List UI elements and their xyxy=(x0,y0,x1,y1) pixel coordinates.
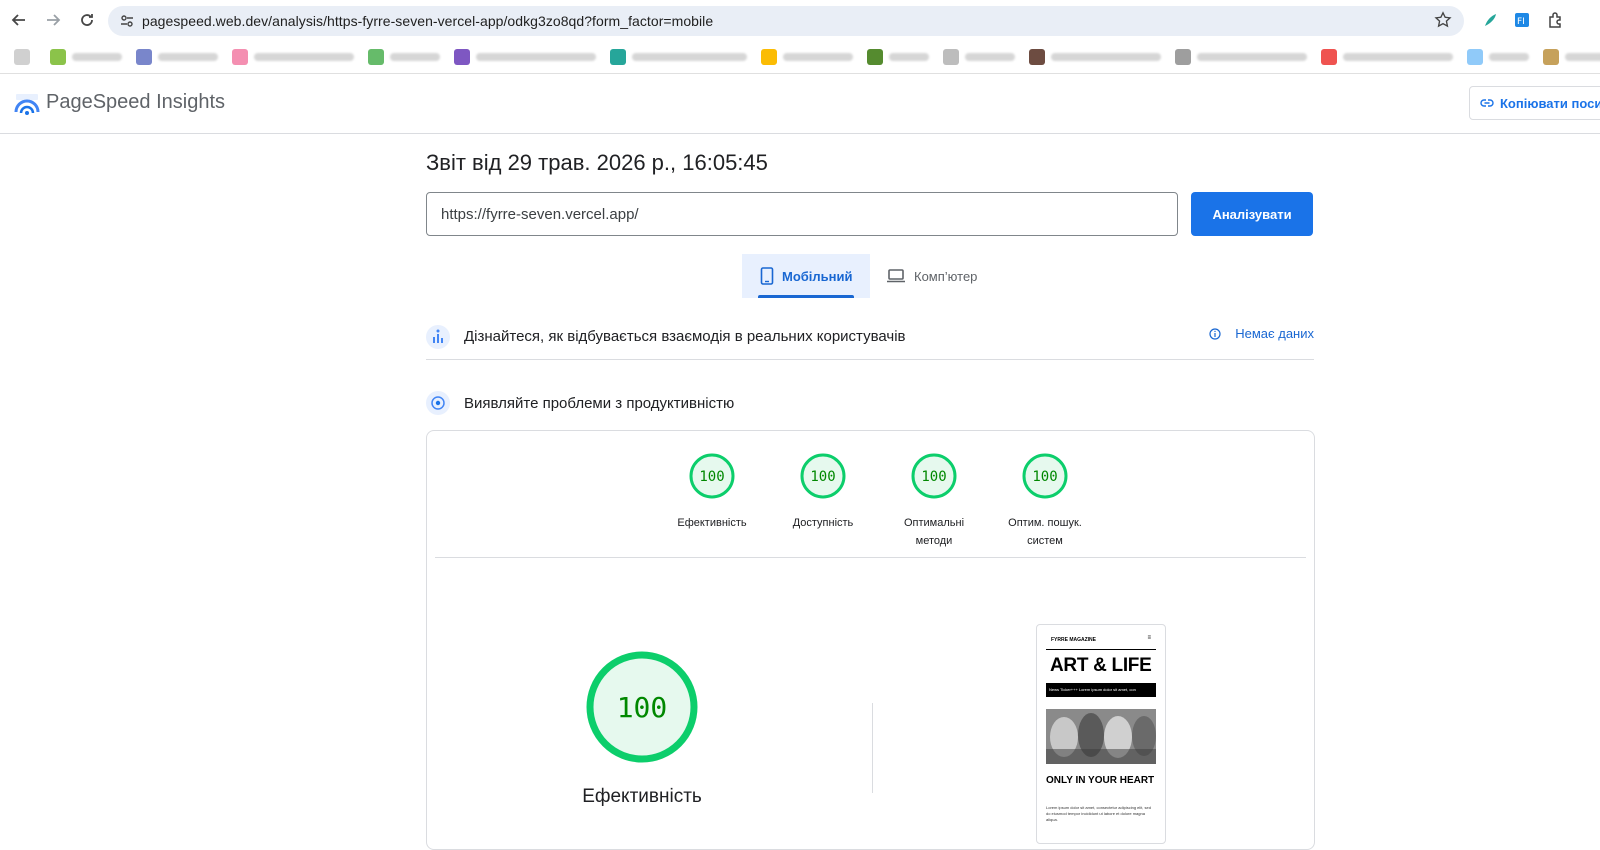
score-gauge: 100 xyxy=(911,453,957,499)
bookmark-item[interactable] xyxy=(1175,45,1307,69)
vertical-divider xyxy=(872,703,873,793)
tab-mobile[interactable]: Мобільний xyxy=(742,254,870,298)
preview-rule xyxy=(1046,649,1156,650)
score-label: Оптимальні xyxy=(903,517,965,529)
extensions-puzzle-icon[interactable] xyxy=(1546,10,1566,30)
copy-link-button[interactable]: Копіювати поси xyxy=(1469,86,1600,120)
score-value: 100 xyxy=(921,469,946,485)
pagespeed-logo-icon[interactable] xyxy=(14,92,40,118)
address-bar[interactable]: pagespeed.web.dev/analysis/https-fyrre-s… xyxy=(108,6,1464,36)
svg-text:FI: FI xyxy=(1517,17,1525,27)
preview-ticker: News Ticker+++ Lorem ipsum dolor sit ame… xyxy=(1046,683,1156,697)
preview-body-text: Lorem ipsum dolor sit amet, consectetur … xyxy=(1046,805,1151,822)
url-input[interactable] xyxy=(426,192,1178,236)
score-seo[interactable]: 100 Оптим. пошук. систем xyxy=(990,453,1100,550)
bookmark-item[interactable] xyxy=(1029,45,1161,69)
forward-icon[interactable] xyxy=(36,3,70,37)
scores-panel: 100 Ефективність 100 Доступність 100 Опт… xyxy=(426,430,1315,850)
info-icon xyxy=(1209,327,1221,340)
score-value: 100 xyxy=(1032,469,1057,485)
users-data-icon xyxy=(426,324,450,349)
preview-menu-icon: ≡ xyxy=(1147,635,1151,641)
preview-headline: ART & LIFE xyxy=(1050,655,1152,676)
laptop-icon xyxy=(887,269,905,283)
extension-fi-icon[interactable]: FI xyxy=(1512,10,1532,30)
score-gauge: 100 xyxy=(1022,453,1068,499)
bookmark-item[interactable] xyxy=(368,45,440,69)
preview-subheadline: ONLY IN YOUR HEART xyxy=(1046,775,1155,786)
score-gauge: 100 xyxy=(800,453,846,499)
score-label: Ефективність xyxy=(677,517,747,529)
bookmark-item[interactable] xyxy=(14,45,36,69)
lab-data-title: Виявляйте проблеми з продуктивністю xyxy=(464,394,735,412)
tab-mobile-label: Мобільний xyxy=(782,268,853,284)
no-data-link[interactable]: Немає даних xyxy=(1209,326,1314,341)
field-data-section[interactable]: Дізнайтеся, як відбувається взаємодія в … xyxy=(426,320,1314,360)
performance-score-value: 100 xyxy=(617,691,668,724)
bookmark-star-icon[interactable] xyxy=(1434,11,1454,31)
bookmark-item[interactable] xyxy=(761,45,853,69)
score-performance[interactable]: 100 Ефективність xyxy=(657,453,767,532)
app-title[interactable]: PageSpeed Insights xyxy=(46,91,225,114)
score-label-line2: методи xyxy=(915,535,953,547)
link-icon xyxy=(1480,99,1494,107)
score-label-line2: систем xyxy=(1027,535,1063,547)
score-label: Доступність xyxy=(792,517,854,529)
bookmark-item[interactable] xyxy=(610,45,747,69)
score-label: Оптим. пошук. xyxy=(1008,517,1082,529)
score-value: 100 xyxy=(699,469,724,485)
analyze-button[interactable]: Аналізувати xyxy=(1191,192,1313,236)
bookmark-item[interactable] xyxy=(232,45,354,69)
back-icon[interactable] xyxy=(2,3,36,37)
preview-photo xyxy=(1046,709,1156,764)
extension-feather-icon[interactable] xyxy=(1480,10,1500,30)
tab-desktop-label: Комп’ютер xyxy=(914,268,978,284)
bookmarks-bar xyxy=(0,40,1600,74)
performance-label: Ефективність xyxy=(582,786,702,807)
bookmark-item[interactable] xyxy=(136,45,218,69)
score-gauge: 100 xyxy=(689,453,735,499)
field-data-title: Дізнайтеся, як відбувається взаємодія в … xyxy=(464,328,906,345)
smartphone-icon xyxy=(760,267,774,285)
bookmark-item[interactable] xyxy=(943,45,1015,69)
no-data-label: Немає даних xyxy=(1235,326,1314,341)
tab-desktop[interactable]: Комп’ютер xyxy=(880,254,1000,298)
bookmark-item[interactable] xyxy=(867,45,929,69)
bookmark-item[interactable] xyxy=(1543,45,1600,69)
bookmark-item[interactable] xyxy=(454,45,596,69)
bookmark-item[interactable] xyxy=(50,45,122,69)
app-header: PageSpeed Insights Копіювати поси xyxy=(0,74,1600,134)
panel-divider xyxy=(435,557,1306,558)
score-value: 100 xyxy=(810,469,835,485)
bookmark-item[interactable] xyxy=(1467,45,1529,69)
score-accessibility[interactable]: 100 Доступність xyxy=(768,453,878,532)
preview-brand: FYRRE MAGAZINE xyxy=(1051,637,1096,643)
performance-gauge-large: 100 xyxy=(586,651,698,763)
copy-link-label: Копіювати поси xyxy=(1500,95,1600,111)
diagnose-icon xyxy=(426,391,450,415)
page-screenshot-preview: FYRRE MAGAZINE ≡ ART & LIFE News Ticker+… xyxy=(1036,624,1166,844)
bookmark-item[interactable] xyxy=(1321,45,1453,69)
site-settings-icon[interactable] xyxy=(112,6,142,36)
reload-icon[interactable] xyxy=(70,3,104,37)
report-date: Звіт від 29 трав. 2026 р., 16:05:45 xyxy=(426,150,768,175)
score-best-practices[interactable]: 100 Оптимальні методи xyxy=(879,453,989,550)
lab-data-section[interactable]: Виявляйте проблеми з продуктивністю xyxy=(426,389,1314,417)
address-url[interactable]: pagespeed.web.dev/analysis/https-fyrre-s… xyxy=(142,13,713,29)
